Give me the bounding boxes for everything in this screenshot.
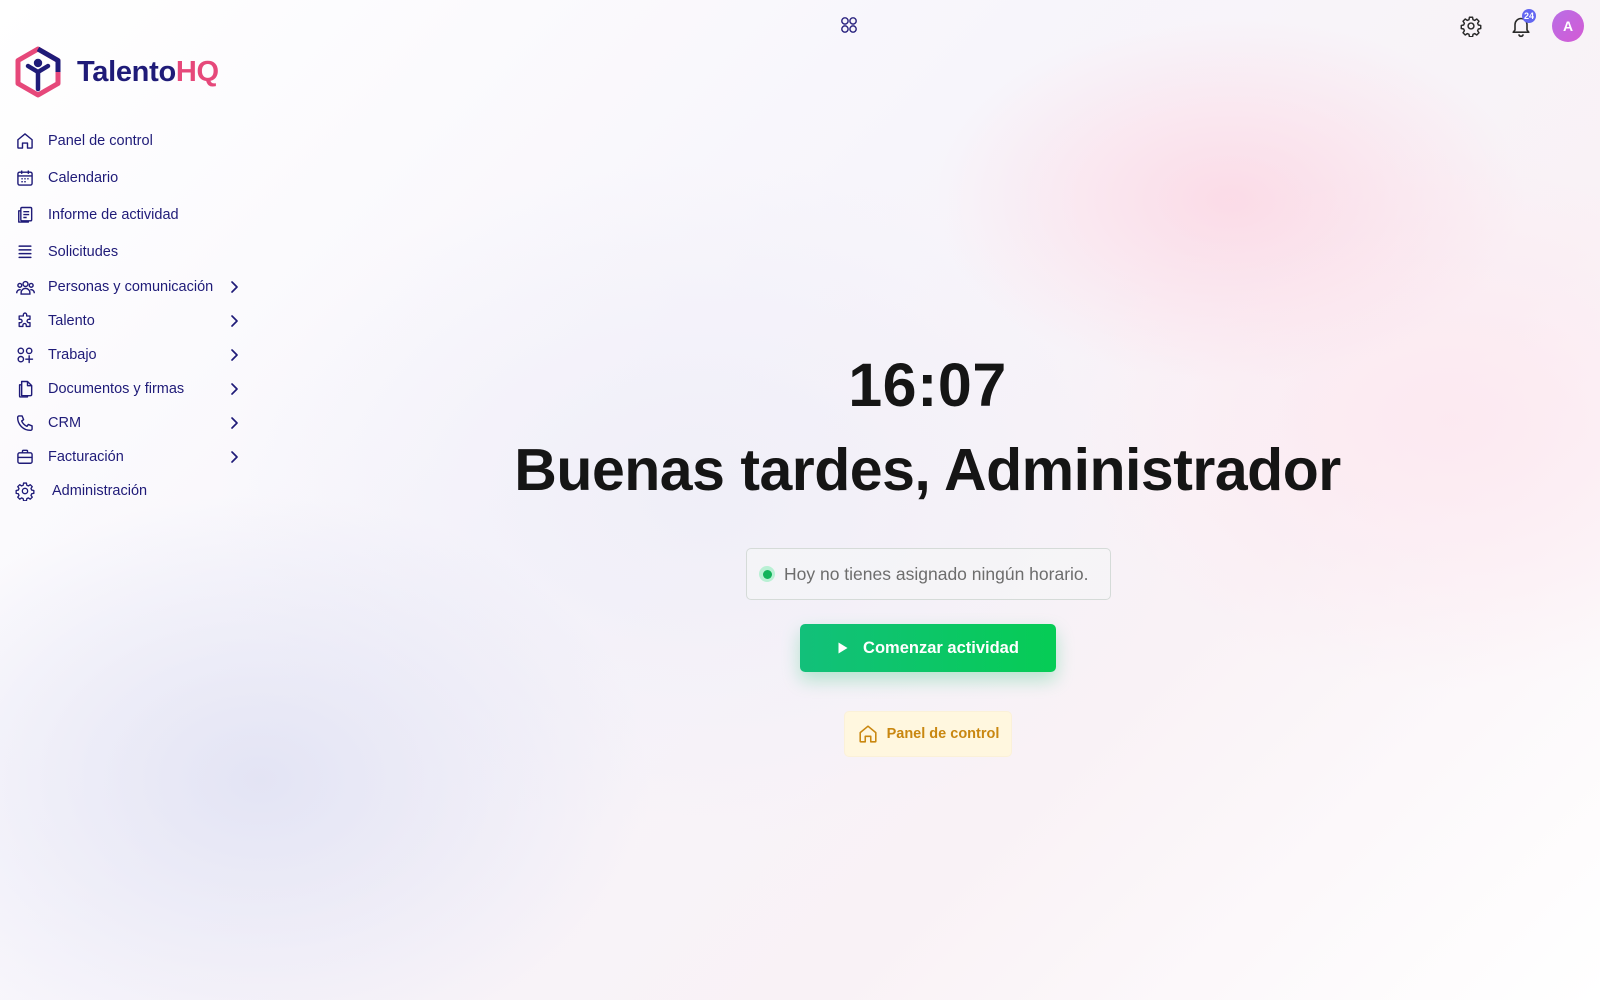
apps-icon[interactable] [840, 16, 858, 34]
sidebar-item-panel-de-control[interactable]: Panel de control [14, 126, 242, 156]
documents-icon [14, 378, 36, 400]
greeting-title: Buenas tardes, Administrador [514, 437, 1341, 503]
sidebar-item-label: Solicitudes [48, 244, 119, 260]
sidebar-item-label: Calendario [48, 170, 119, 186]
status-dot-icon [759, 566, 775, 582]
brand-logo[interactable]: TalentoHQ [14, 46, 219, 98]
sidebar-item-crm[interactable]: CRM [14, 408, 242, 438]
sidebar-item-label: Talento [48, 313, 95, 329]
schedule-status-text: Hoy no tienes asignado ningún horario. [784, 563, 1089, 584]
gear-icon [14, 480, 36, 502]
phone-icon [14, 412, 36, 434]
list-icon [14, 241, 36, 263]
sidebar-item-label: Panel de control [48, 133, 153, 149]
chevron-right-icon [231, 451, 238, 463]
chevron-right-icon [231, 349, 238, 361]
sidebar-item-label: Informe de actividad [48, 207, 179, 223]
report-icon [14, 204, 36, 226]
brand-name: TalentoHQ [77, 55, 219, 88]
sidebar-item-label: Trabajo [48, 347, 97, 363]
start-activity-button[interactable]: Comenzar actividad [800, 624, 1056, 672]
schedule-status-box: Hoy no tienes asignado ningún horario. [746, 548, 1111, 600]
dashboard-button[interactable]: Panel de control [844, 711, 1012, 757]
header-actions: 24 A [1454, 9, 1584, 43]
sidebar-item-informe-de-actividad[interactable]: Informe de actividad [14, 200, 242, 230]
chevron-right-icon [231, 383, 238, 395]
notifications-button[interactable]: 24 [1504, 9, 1538, 43]
sidebar-item-trabajo[interactable]: Trabajo [14, 340, 242, 370]
settings-button[interactable] [1454, 9, 1488, 43]
home-icon [14, 130, 36, 152]
sidebar-item-label: Personas y comunicación [48, 279, 214, 295]
notification-badge: 24 [1521, 9, 1536, 23]
current-time: 16:07 [848, 351, 1007, 419]
calendar-icon [14, 167, 36, 189]
sidebar-item-personas-y-comunicacion[interactable]: Personas y comunicación [14, 272, 242, 302]
sidebar-item-facturacion[interactable]: Facturación [14, 442, 242, 472]
puzzle-icon [14, 310, 36, 332]
dashboard-button-label: Panel de control [886, 726, 1000, 742]
sidebar-item-documentos-y-firmas[interactable]: Documentos y firmas [14, 374, 242, 404]
play-icon [838, 642, 848, 654]
chevron-right-icon [231, 281, 238, 293]
sidebar-item-talento[interactable]: Talento [14, 306, 242, 336]
home-icon [859, 725, 877, 743]
logo-cube-icon [15, 46, 61, 98]
sidebar-item-label: Administración [52, 483, 148, 499]
gear-icon [1460, 16, 1482, 37]
briefcase-icon [14, 446, 36, 468]
chevron-right-icon [231, 315, 238, 327]
apps-add-icon [14, 344, 36, 366]
people-icon [14, 276, 36, 298]
start-activity-label: Comenzar actividad [863, 638, 1019, 657]
sidebar-item-administracion[interactable]: Administración [14, 476, 242, 506]
sidebar-item-label: Facturación [48, 449, 124, 465]
chevron-right-icon [231, 417, 238, 429]
sidebar-item-calendario[interactable]: Calendario [14, 163, 242, 193]
sidebar-item-label: Documentos y firmas [48, 381, 185, 397]
sidebar-item-solicitudes[interactable]: Solicitudes [14, 237, 242, 267]
sidebar-item-label: CRM [48, 415, 82, 431]
avatar[interactable]: A [1552, 10, 1584, 42]
